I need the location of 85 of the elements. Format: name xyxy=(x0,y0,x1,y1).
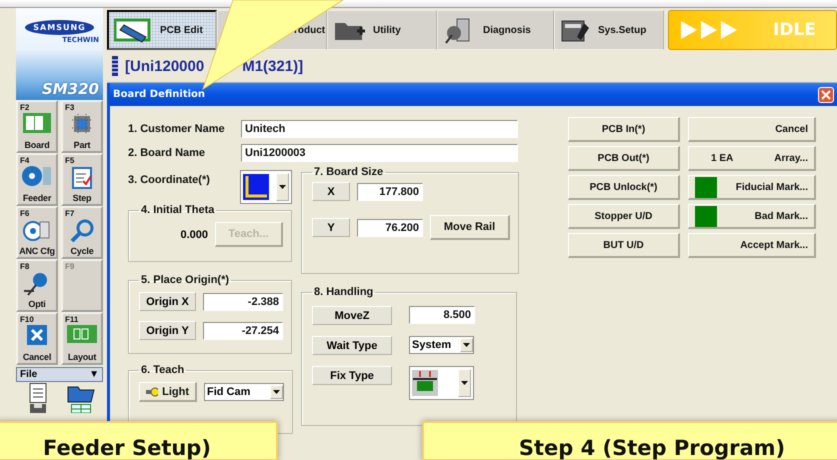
function-key[interactable]: F5 Step xyxy=(61,153,103,206)
file-menu-label: File xyxy=(20,369,38,380)
caret-icon xyxy=(461,381,468,385)
action-button[interactable]: PCB Unlock(*) xyxy=(568,175,680,200)
origin-field[interactable]: -27.254 xyxy=(203,322,283,340)
camera-select[interactable]: Fid Cam xyxy=(204,383,284,401)
job-title: M1(321)] xyxy=(242,58,304,74)
function-key[interactable]: F8 Opti xyxy=(16,259,58,312)
function-key[interactable]: F2 Board xyxy=(16,100,58,153)
brand-logo: SAMSUNG xyxy=(25,20,94,35)
action-button[interactable]: Stopper U/D xyxy=(568,204,680,229)
close-button[interactable] xyxy=(818,86,834,102)
field-label: MoveZ xyxy=(312,306,392,325)
field-label: Origin Y xyxy=(139,321,196,340)
grip-icon xyxy=(111,55,119,77)
field-label: Wait Type xyxy=(312,336,392,355)
move-z-field[interactable]: 8.500 xyxy=(409,306,475,324)
function-key[interactable]: F4 Feeder xyxy=(16,153,58,206)
field-label: 3. Coordinate(*) xyxy=(128,174,211,188)
caret-icon xyxy=(279,185,286,189)
field-label: 2. Board Name xyxy=(128,147,206,159)
origin-field[interactable]: -2.388 xyxy=(203,292,283,310)
toolbar-tab[interactable]: PCB Edit xyxy=(107,10,217,50)
grid-icon[interactable] xyxy=(71,404,92,413)
status-indicator: IDLE xyxy=(668,10,837,50)
clipboard-icon xyxy=(71,165,93,189)
dialog-title: Board Definition xyxy=(113,89,206,100)
function-key[interactable]: F11 Layout xyxy=(61,312,103,365)
panel-icon xyxy=(66,324,98,344)
close-icon xyxy=(821,90,831,100)
function-key[interactable]: F7 Cycle xyxy=(61,206,103,259)
chip-icon xyxy=(70,112,94,136)
board-name-field[interactable]: Uni1200003 xyxy=(241,144,518,162)
light-button[interactable]: Light xyxy=(139,382,197,402)
group-title: 5. Place Origin(*) xyxy=(140,274,230,286)
action-button[interactable]: PCB In(*) xyxy=(568,117,680,142)
action-button[interactable]: Fiducial Mark... xyxy=(688,175,816,200)
caret-icon xyxy=(463,343,470,347)
function-key[interactable]: F6 ANC Cfg xyxy=(16,206,58,259)
action-button[interactable]: BUT U/D xyxy=(568,233,680,258)
board-size-field[interactable]: 76.200 xyxy=(357,218,423,236)
action-button[interactable]: PCB Out(*) xyxy=(568,146,680,171)
board-size-field[interactable]: 177.800 xyxy=(357,182,423,200)
model-name: SM320 xyxy=(42,80,99,98)
job-title: [Uni120000 xyxy=(125,58,204,74)
group-title: 4. Initial Theta xyxy=(140,204,216,216)
action-button[interactable]: Bad Mark... xyxy=(688,204,816,229)
file-menu[interactable]: File ▼ xyxy=(16,367,103,382)
close-icon xyxy=(26,324,48,346)
wait-type-select[interactable]: System xyxy=(409,336,474,354)
reel-icon xyxy=(21,165,53,187)
function-key[interactable]: F3 Part xyxy=(61,100,103,153)
action-button[interactable]: 1 EA Array... xyxy=(688,146,816,171)
callout-text: Feeder Setup) xyxy=(43,435,211,459)
callout-text: Step 4 (Step Program) xyxy=(518,435,786,459)
action-button[interactable]: Accept Mark... xyxy=(688,233,816,258)
document-icon[interactable] xyxy=(28,383,48,403)
caret-icon xyxy=(273,390,280,394)
field-label: Fix Type xyxy=(312,366,392,385)
field-label: 1. Customer Name xyxy=(128,123,226,135)
group-title: 8. Handling xyxy=(313,286,374,298)
disc-icon xyxy=(22,218,52,242)
board-icon xyxy=(22,112,52,134)
toolbar-tab[interactable]: Utility xyxy=(327,10,437,50)
fixture-icon xyxy=(412,370,438,396)
bulb-icon xyxy=(146,386,158,396)
coordinate-select[interactable] xyxy=(240,170,292,204)
button-label: Array... xyxy=(774,152,808,164)
axis-label: Y xyxy=(312,218,350,237)
axes-icon xyxy=(243,174,270,200)
toolbar-tab[interactable]: Sys.Setup xyxy=(554,10,664,50)
group-title: 7. Board Size xyxy=(313,166,384,178)
customer-name-field[interactable]: Unitech xyxy=(241,120,518,138)
floppy-icon[interactable] xyxy=(30,404,46,413)
array-count: 1 EA xyxy=(711,152,734,164)
fix-type-select[interactable] xyxy=(409,366,474,400)
action-button[interactable]: Cancel xyxy=(688,117,816,142)
axis-label: X xyxy=(312,182,350,201)
function-key[interactable]: F10 Cancel xyxy=(16,312,58,365)
dropdown-arrow: ▼ xyxy=(89,369,99,380)
toolbar-tab[interactable]: Diagnosis xyxy=(437,10,554,50)
group-title: 6. Teach xyxy=(140,364,186,376)
move-rail-button[interactable]: Move Rail xyxy=(430,215,510,240)
field-label: Origin X xyxy=(139,292,196,311)
theta-value: 0.000 xyxy=(180,228,208,240)
